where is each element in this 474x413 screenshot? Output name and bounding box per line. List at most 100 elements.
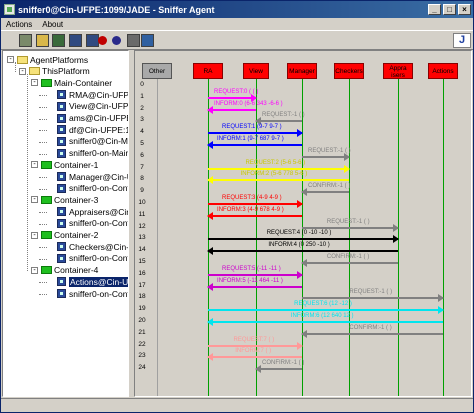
- tree-node-label: Appraisers@Cin-: [69, 206, 129, 217]
- tree-node-label: sniffer0-on-Conta: [69, 183, 129, 194]
- tree-agent-node[interactable]: sniffer0-on-Conta: [57, 218, 128, 229]
- message-arrow[interactable]: [302, 152, 350, 161]
- exit-icon[interactable]: [141, 34, 154, 47]
- tree-container-node[interactable]: ThisPlatform: [29, 66, 90, 77]
- message-arrow[interactable]: [208, 129, 303, 138]
- status-bar: [1, 398, 473, 412]
- message-label: INFORM:5 (-11 464 -11 ): [217, 277, 283, 284]
- message-label: INFORM:0 (6-6 343 -6-6 ): [214, 100, 283, 107]
- message-arrow[interactable]: [302, 223, 399, 232]
- agent-header[interactable]: Other: [142, 63, 172, 79]
- message-arrow[interactable]: [208, 270, 303, 279]
- split-divider[interactable]: [129, 50, 133, 397]
- message-arrow[interactable]: [207, 105, 256, 114]
- tree-agent-node[interactable]: sniffer0-on-Conta: [57, 253, 129, 264]
- message-arrow[interactable]: [208, 164, 350, 173]
- tree-agent-node[interactable]: ams@Cin-UFPE: [57, 113, 128, 124]
- open-snapshot-icon[interactable]: [52, 34, 65, 47]
- message-arrow[interactable]: [301, 188, 349, 197]
- maximize-button[interactable]: □: [443, 4, 456, 15]
- message-arrow[interactable]: [208, 306, 444, 315]
- message-arrow[interactable]: [301, 259, 398, 267]
- arrow-head: [438, 294, 444, 303]
- message-arrow[interactable]: [208, 235, 399, 244]
- tree-container-node[interactable]: Container-1: [41, 159, 98, 170]
- agent-header[interactable]: Manager: [287, 63, 317, 79]
- agent-tree[interactable]: - AgentPlatforms - ThisPlatform - Main-Contai…: [2, 50, 129, 397]
- message-label: REQUEST:5 (-11 -11 ): [222, 265, 281, 272]
- message-arrow[interactable]: [207, 176, 349, 185]
- tree-agent-node[interactable]: Manager@Cin-UFP: [57, 171, 128, 182]
- tree-container-node[interactable]: Container-4: [41, 265, 98, 276]
- row-number: 20: [138, 317, 146, 324]
- tree-container-node[interactable]: Main-Container: [41, 77, 112, 88]
- agent-header[interactable]: View: [243, 63, 269, 79]
- tree-expander[interactable]: -: [31, 266, 38, 274]
- tree-expander[interactable]: -: [19, 67, 26, 75]
- tree-agent-node[interactable]: sniffer0-on-Conta: [57, 183, 129, 194]
- tree-expander[interactable]: -: [7, 56, 14, 63]
- close-button[interactable]: ×: [458, 4, 471, 15]
- message-arrow[interactable]: [208, 93, 257, 102]
- agent-icon: [57, 183, 66, 193]
- arrow-head: [344, 152, 350, 161]
- tree-expander[interactable]: -: [31, 196, 38, 204]
- agent-header[interactable]: RA: [193, 63, 223, 79]
- tree-agent-node[interactable]: sniffer0-on-Conta: [57, 288, 128, 299]
- tree-expander[interactable]: -: [31, 79, 38, 87]
- tree-container-node[interactable]: AgentPlatforms: [17, 54, 88, 65]
- message-arrow[interactable]: [207, 353, 302, 362]
- message-label: REQUEST:0 ( ( ): [214, 88, 259, 95]
- message-arrow[interactable]: [301, 329, 443, 338]
- tree-agent-node[interactable]: RMA@Cin-UFPE: [57, 89, 128, 100]
- open-folder-icon[interactable]: [36, 34, 49, 47]
- save-icon[interactable]: [69, 34, 82, 47]
- display-agent-icon[interactable]: [112, 36, 121, 45]
- tree-agent-node[interactable]: Appraisers@Cin-: [57, 206, 129, 217]
- agent-header[interactable]: Checkers: [334, 63, 364, 79]
- folder-icon: [41, 78, 52, 87]
- agent-header[interactable]: Actions: [428, 63, 458, 79]
- message-label: INFORM:2 (5-6 778 5-6 ): [240, 171, 308, 178]
- message-arrow[interactable]: [207, 141, 302, 149]
- tree-agent-node[interactable]: df@Cin-UFPE:10: [57, 124, 128, 135]
- folder-icon: [41, 195, 52, 204]
- message-arrow[interactable]: [208, 341, 303, 350]
- tree-expander[interactable]: -: [31, 231, 38, 239]
- arrow-head: [207, 247, 213, 256]
- row-number: 12: [138, 222, 146, 230]
- message-label: REQUEST:4 (0 -10 -10 ): [266, 230, 332, 237]
- message-label: INFORM:6 (12 640 12 ): [290, 313, 354, 319]
- message-arrow[interactable]: [208, 200, 303, 208]
- message-label: INFORM:3 (4-9 678 4-9 ): [217, 206, 284, 213]
- row-number: 15: [138, 258, 146, 265]
- jade-logo[interactable]: J: [453, 33, 471, 48]
- tree-container-node[interactable]: Container-2: [41, 230, 98, 241]
- tree-agent-node[interactable]: sniffer0-on-Main-: [57, 148, 128, 159]
- stop-sniffing-icon[interactable]: [98, 36, 107, 45]
- filter-icon[interactable]: [127, 34, 140, 47]
- menu-actions[interactable]: Actions: [1, 20, 37, 29]
- message-arrow[interactable]: [207, 247, 398, 256]
- tree-node-label: sniffer0-on-Conta: [69, 253, 129, 264]
- menu-about[interactable]: About: [37, 20, 68, 29]
- message-arrow[interactable]: [207, 282, 302, 291]
- row-number: 22: [138, 340, 146, 348]
- tree-agent-node[interactable]: View@Cin-UFPE: [57, 101, 128, 112]
- clear-canvas-icon[interactable]: [19, 34, 32, 47]
- tree-container-node[interactable]: Container-3: [41, 194, 98, 205]
- message-arrow[interactable]: [255, 365, 302, 374]
- message-arrow[interactable]: [255, 117, 302, 126]
- agent-header[interactable]: Appra isers: [383, 63, 413, 79]
- tree-agent-node[interactable]: Actions@Cin-UFP: [57, 276, 128, 287]
- message-sequence-diagram[interactable]: Other RA View Manager Checkers Appra isers Act…: [134, 50, 472, 397]
- tree-expander[interactable]: -: [31, 161, 38, 169]
- message-arrow[interactable]: [207, 318, 443, 326]
- message-arrow[interactable]: [207, 211, 302, 220]
- tree-agent-node[interactable]: Checkers@Cin-UF: [57, 241, 128, 252]
- title-bar[interactable]: sniffer0@Cin-UFPE:1099/JADE - Sniffer Ag…: [1, 1, 473, 18]
- minimize-button[interactable]: _: [428, 4, 441, 15]
- row-number: 1: [140, 92, 144, 100]
- message-arrow[interactable]: [302, 294, 444, 303]
- tree-agent-node[interactable]: sniffer0@Cin-Main-: [57, 136, 128, 147]
